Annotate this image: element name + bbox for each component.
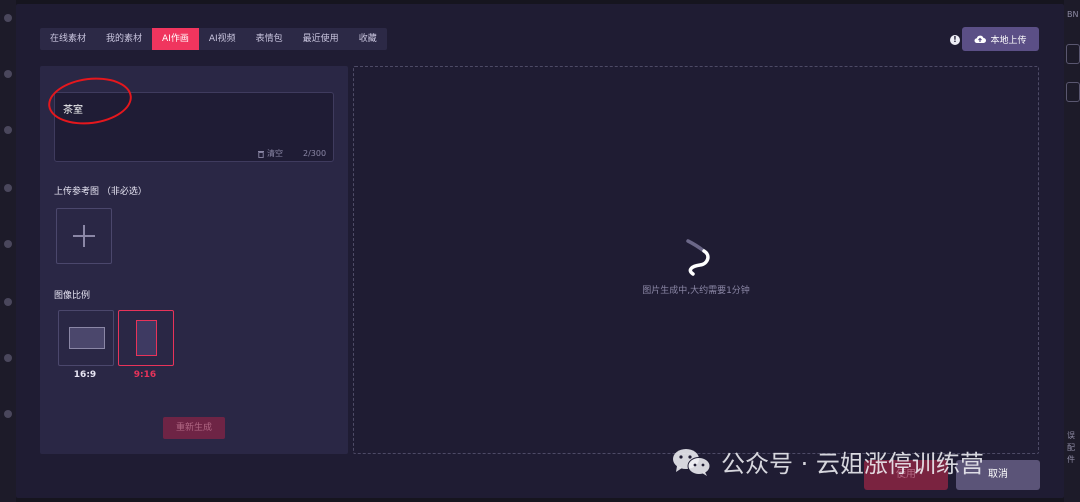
local-upload-label: 本地上传 <box>990 35 1027 46</box>
exclamation-circle-icon[interactable]: ! <box>950 35 960 45</box>
background-icon <box>4 354 12 362</box>
background-icon <box>4 126 12 134</box>
portrait-ratio-icon <box>136 320 157 356</box>
background-icon <box>4 184 12 192</box>
material-tabs: 在线素材 我的素材 AI作画 AI视频 表情包 最近使用 收藏 <box>40 28 387 50</box>
tab-stickers[interactable]: 表情包 <box>246 28 293 50</box>
background-text: 误 <box>1067 431 1075 440</box>
tab-ai-painting[interactable]: AI作画 <box>152 28 199 50</box>
ratio-option-9-16[interactable] <box>118 310 174 366</box>
background-app-left-edge <box>0 0 16 502</box>
wechat-logo-icon <box>673 448 711 476</box>
tab-ai-video[interactable]: AI视频 <box>199 28 246 50</box>
plus-icon-stroke <box>83 225 85 247</box>
background-text: BN <box>1067 10 1079 19</box>
background-icon <box>4 298 12 306</box>
background-text: 配 <box>1067 443 1075 452</box>
landscape-ratio-icon <box>69 327 105 349</box>
aspect-ratio-label: 图像比例 <box>54 291 91 301</box>
trash-icon <box>258 150 264 158</box>
regenerate-button[interactable]: 重新生成 <box>163 417 225 439</box>
background-field <box>1066 44 1080 64</box>
tab-online-materials[interactable]: 在线素材 <box>40 28 96 50</box>
generation-settings-panel: 茶室 清空 2/300 上传参考图 （非必选） 图像比例 16:9 9:16 重… <box>40 66 348 454</box>
background-icon <box>4 240 12 248</box>
generation-status-text: 图片生成中,大约需要1分钟 <box>642 286 750 296</box>
character-counter: 2/300 <box>303 149 327 158</box>
image-preview-area: 图片生成中,大约需要1分钟 <box>353 66 1039 454</box>
tab-recent[interactable]: 最近使用 <box>293 28 349 50</box>
loading-spinner-icon <box>686 239 710 276</box>
background-app-right-edge: BN 误 配 件 <box>1064 0 1080 502</box>
background-icon <box>4 14 12 22</box>
reference-upload-button[interactable] <box>56 208 112 264</box>
background-icon <box>4 410 12 418</box>
clear-button[interactable]: 清空 <box>257 148 283 159</box>
ratio-option-16-9[interactable] <box>58 310 114 366</box>
clear-label: 清空 <box>267 149 283 158</box>
wechat-watermark: 公众号 · 云姐涨停训练营 <box>671 444 984 479</box>
background-field <box>1066 82 1080 102</box>
ratio-label-16-9: 16:9 <box>73 370 97 380</box>
local-upload-button[interactable]: 本地上传 <box>962 27 1039 51</box>
tab-my-materials[interactable]: 我的素材 <box>96 28 152 50</box>
background-icon <box>4 70 12 78</box>
watermark-text: 公众号 · 云姐涨停训练营 <box>721 450 984 478</box>
cloud-upload-icon <box>974 35 987 44</box>
reference-image-label: 上传参考图 （非必选） <box>54 187 147 197</box>
ai-material-modal: 在线素材 我的素材 AI作画 AI视频 表情包 最近使用 收藏 ! 本地上传 茶… <box>16 4 1064 498</box>
tab-favorites[interactable]: 收藏 <box>349 28 387 50</box>
background-text: 件 <box>1067 455 1075 464</box>
ratio-label-9-16: 9:16 <box>133 370 157 380</box>
